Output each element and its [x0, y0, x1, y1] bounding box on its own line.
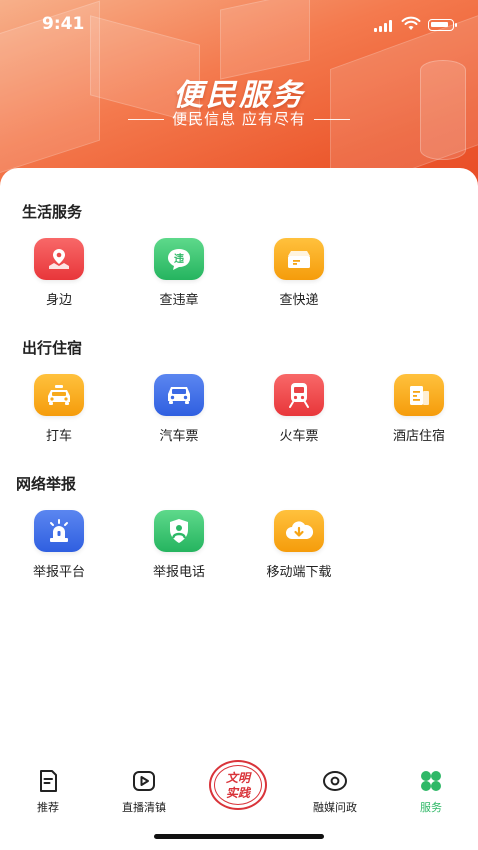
subtitle-divider-right: [313, 119, 350, 120]
taxi-icon: [34, 374, 84, 416]
package-icon: [274, 238, 324, 280]
civilization-practice-button[interactable]: 文明 实践: [209, 760, 269, 810]
tab-recommend[interactable]: 推荐: [3, 768, 93, 815]
eye-icon: [322, 768, 348, 794]
status-bar: 9:41: [0, 14, 478, 38]
seal-line-2: 实践: [225, 786, 250, 800]
service-violation[interactable]: 违 查违章: [129, 238, 229, 308]
service-train-ticket[interactable]: 火车票: [249, 374, 349, 444]
document-icon: [35, 768, 61, 794]
seal-line-1: 文明: [225, 771, 250, 785]
tab-label: 融媒问政: [313, 801, 357, 814]
tab-services[interactable]: 服务: [386, 768, 476, 815]
tab-media-inquiry[interactable]: 融媒问政: [290, 768, 380, 815]
service-label: 查快递: [279, 293, 319, 308]
service-label: 举报平台: [32, 565, 85, 580]
section-title-life: 生活服务: [22, 203, 83, 221]
service-label: 举报电话: [152, 565, 205, 580]
car-icon: [154, 374, 204, 416]
service-label: 打车: [45, 429, 72, 444]
service-report-phone[interactable]: 举报电话: [129, 510, 229, 580]
status-time: 9:41: [42, 14, 85, 34]
service-nearby[interactable]: 身边: [9, 238, 109, 308]
violation-chat-icon: 违: [154, 238, 204, 280]
play-icon: [131, 768, 157, 794]
location-map-icon: [34, 238, 84, 280]
bottom-tab-bar: 推荐 直播清镇 文明 实践 融媒问政 服务: [0, 760, 478, 820]
phone-shield-icon: [154, 510, 204, 552]
service-label: 汽车票: [159, 429, 199, 444]
subtitle-divider-left: [128, 119, 165, 120]
service-mobile-download[interactable]: 移动端下载: [249, 510, 349, 580]
section-title-travel: 出行住宿: [22, 339, 83, 357]
services-panel: 生活服务 身边 违 查违章 查快递 出行住宿 打车 汽车票 火车票 酒店住宿 网…: [0, 168, 478, 768]
clover-grid-icon: [418, 768, 444, 794]
seal-stamp-icon: 文明 实践: [209, 760, 267, 810]
building-decoration: [220, 0, 310, 80]
home-indicator[interactable]: [154, 834, 324, 839]
hotel-icon: [394, 374, 444, 416]
service-report-platform[interactable]: 举报平台: [9, 510, 109, 580]
tab-label: 直播清镇: [122, 801, 166, 814]
service-label: 酒店住宿: [392, 429, 445, 444]
wifi-icon: [401, 16, 421, 30]
service-taxi[interactable]: 打车: [9, 374, 109, 444]
tab-label: 推荐: [37, 801, 59, 814]
cloud-download-icon: [274, 510, 324, 552]
tab-label: 服务: [420, 801, 442, 814]
service-label: 火车票: [279, 429, 319, 444]
service-label: 身边: [45, 293, 72, 308]
violation-glyph: 违: [174, 252, 184, 265]
seal-text: 文明 实践: [211, 771, 265, 801]
service-bus-ticket[interactable]: 汽车票: [129, 374, 229, 444]
train-icon: [274, 374, 324, 416]
hero-subtitle-text: 便民信息 应有尽有: [172, 110, 306, 128]
service-label: 移动端下载: [266, 565, 332, 580]
service-hotel[interactable]: 酒店住宿: [369, 374, 469, 444]
signal-icon: [374, 20, 392, 32]
hero-subtitle: 便民信息 应有尽有: [0, 108, 478, 129]
service-label: 查违章: [159, 293, 199, 308]
battery-icon: [428, 19, 457, 31]
service-express[interactable]: 查快递: [249, 238, 349, 308]
section-title-report: 网络举报: [16, 475, 77, 493]
alarm-siren-icon: [34, 510, 84, 552]
tab-live[interactable]: 直播清镇: [99, 768, 189, 815]
